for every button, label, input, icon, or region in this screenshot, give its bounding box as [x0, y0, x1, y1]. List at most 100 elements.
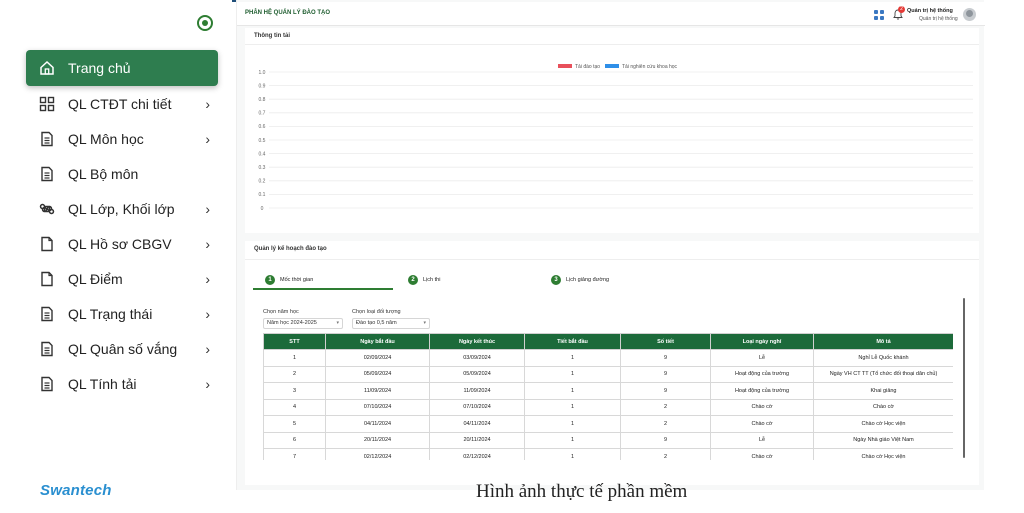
table-cell: 02/09/2024: [325, 349, 430, 367]
tab-exam-schedule[interactable]: 2 Lịch thi: [408, 275, 440, 285]
tab-lecture-hall-schedule[interactable]: 3 Lịch giảng đường: [551, 275, 609, 285]
chevron-right-icon: ›: [205, 235, 210, 252]
year-label: Chọn năm học: [263, 309, 299, 315]
sidebar-item-label: QL Môn học: [68, 130, 144, 147]
sidebar-item-10[interactable]: QL Tính tải ›: [26, 366, 218, 401]
file-icon: [38, 270, 56, 288]
column-header[interactable]: Ngày kết thúc: [429, 333, 525, 350]
sidebar-menu: Trang chủ QL CTĐT chi tiết › QL Môn học › QL …: [26, 50, 218, 401]
table-cell: Ngày VH CT TT (Tổ chức đối thoại dân chủ…: [813, 365, 953, 383]
active-tab-indicator: [253, 288, 393, 290]
card-divider: [245, 44, 979, 45]
table-row[interactable]: 4 07/10/2024 07/10/2024 1 2 Chào cờ Chào cờ: [263, 398, 953, 416]
table-cell: 1: [524, 398, 621, 416]
load-card-title: Thông tin tải: [254, 33, 290, 39]
sidebar-item-1[interactable]: Trang chủ: [26, 50, 218, 86]
y-tick-label: 0.5: [259, 138, 266, 144]
column-header[interactable]: Số tiết: [620, 333, 711, 350]
y-tick-label: 0.7: [259, 111, 266, 117]
command-icon: [38, 200, 56, 218]
table-cell: 7: [263, 448, 326, 460]
table-cell: 02/12/2024: [429, 448, 525, 460]
table-cell: Chào cờ: [813, 398, 953, 416]
column-header[interactable]: Ngày bắt đầu: [325, 333, 430, 350]
column-header[interactable]: STT: [263, 333, 326, 350]
table-scrollbar[interactable]: [963, 298, 965, 458]
table-cell: 05/09/2024: [429, 365, 525, 383]
y-tick-label: 0.1: [259, 192, 266, 198]
table-cell: Lễ: [710, 349, 814, 367]
table-row[interactable]: 2 05/09/2024 05/09/2024 1 9 Hoạt động của trư…: [263, 365, 953, 383]
table-cell: 9: [620, 431, 711, 449]
legend-swatch[interactable]: [605, 64, 619, 68]
sidebar-item-label: QL CTĐT chi tiết: [68, 95, 172, 112]
tab-milestones[interactable]: 1 Mốc thời gian: [265, 275, 313, 285]
table-row[interactable]: 5 04/11/2024 04/11/2024 1 2 Chào cờ Chào cờ Họ…: [263, 415, 953, 433]
year-select[interactable]: Năm học 2024-2025 ▾: [263, 318, 343, 329]
chevron-right-icon: ›: [205, 130, 210, 147]
document-icon: [38, 305, 56, 323]
table-cell: Khai giảng: [813, 382, 953, 400]
table-cell: Hoạt động của trường: [710, 382, 814, 400]
sidebar-item-label: QL Lớp, Khối lớp: [68, 200, 175, 217]
sidebar-item-label: Trang chủ: [68, 60, 131, 76]
table-cell: 2: [263, 365, 326, 383]
module-title: PHÂN HỆ QUẢN LÝ ĐÀO TẠO: [245, 10, 331, 16]
table-cell: 9: [620, 365, 711, 383]
plan-table-container[interactable]: STT Ngày bắt đầu Ngày kết thúc Tiết bắt đầu…: [263, 333, 953, 460]
chevron-right-icon: ›: [205, 200, 210, 217]
sidebar-toggle-icon[interactable]: [197, 15, 213, 31]
y-tick-label: 0.6: [259, 124, 266, 130]
chevron-right-icon: ›: [205, 270, 210, 287]
table-cell: 20/11/2024: [429, 431, 525, 449]
legend-label[interactable]: Tải đào tạo: [575, 64, 600, 70]
y-tick-label: 0.8: [259, 97, 266, 103]
table-cell: 6: [263, 431, 326, 449]
tab-label: Mốc thời gian: [280, 277, 314, 283]
legend-swatch[interactable]: [558, 64, 572, 68]
column-header[interactable]: Mô tả: [813, 333, 953, 350]
table-cell: Nghỉ Lễ Quốc khánh: [813, 349, 953, 367]
table-cell: 04/11/2024: [325, 415, 430, 433]
apps-grid-icon[interactable]: [874, 10, 884, 20]
type-select[interactable]: Đào tạo 0,5 năm ▾: [352, 318, 430, 329]
home-icon: [38, 59, 56, 77]
user-name[interactable]: Quản trị hệ thống: [907, 8, 953, 14]
sidebar: Trang chủ QL CTĐT chi tiết › QL Môn học › QL …: [0, 0, 232, 513]
table-row[interactable]: 6 20/11/2024 20/11/2024 1 9 Lễ Ngày Nhà giáo V…: [263, 431, 953, 449]
notification-badge: 2: [898, 6, 905, 13]
document-icon: [38, 375, 56, 393]
sidebar-item-3[interactable]: QL Môn học ›: [26, 121, 218, 156]
legend-label[interactable]: Tải nghiên cứu khoa học: [622, 64, 678, 70]
table-cell: 1: [524, 431, 621, 449]
table-row[interactable]: 1 02/09/2024 03/09/2024 1 9 Lễ Nghỉ Lễ Quốc kh…: [263, 349, 953, 367]
sidebar-item-8[interactable]: QL Trạng thái ›: [26, 296, 218, 331]
grid-dashboard-icon: [38, 95, 56, 113]
table-row[interactable]: 3 11/09/2024 11/09/2024 1 9 Hoạt động của trư…: [263, 382, 953, 400]
sidebar-item-label: QL Điểm: [68, 270, 123, 287]
sidebar-item-5[interactable]: QL Lớp, Khối lớp ›: [26, 191, 218, 226]
table-cell: 1: [263, 349, 326, 367]
sidebar-item-9[interactable]: QL Quân số vắng ›: [26, 331, 218, 366]
table-cell: 1: [524, 415, 621, 433]
table-cell: 11/09/2024: [325, 382, 430, 400]
tab-label: Lịch giảng đường: [566, 277, 610, 283]
sidebar-item-4[interactable]: QL Bộ môn: [26, 156, 218, 191]
table-cell: 1: [524, 365, 621, 383]
sidebar-item-7[interactable]: QL Điểm ›: [26, 261, 218, 296]
chevron-down-icon: ▾: [423, 320, 426, 326]
sidebar-item-label: QL Quân số vắng: [68, 340, 178, 357]
table-cell: 03/09/2024: [429, 349, 525, 367]
type-select-value: Đào tạo 0,5 năm: [356, 320, 397, 326]
table-cell: 07/10/2024: [325, 398, 430, 416]
plan-card-title: Quản lý kế hoạch đào tạo: [254, 246, 327, 252]
table-header-row: STT Ngày bắt đầu Ngày kết thúc Tiết bắt đầu…: [263, 333, 953, 350]
column-header[interactable]: Loại ngày nghỉ: [710, 333, 814, 350]
y-tick-label: 1.0: [259, 70, 266, 76]
file-icon: [38, 235, 56, 253]
sidebar-item-6[interactable]: QL Hồ sơ CBGV ›: [26, 226, 218, 261]
sidebar-item-2[interactable]: QL CTĐT chi tiết ›: [26, 86, 218, 121]
avatar[interactable]: [963, 8, 976, 21]
table-row[interactable]: 7 02/12/2024 02/12/2024 1 2 Chào cờ Chào cờ Họ…: [263, 448, 953, 460]
column-header[interactable]: Tiết bắt đầu: [524, 333, 621, 350]
